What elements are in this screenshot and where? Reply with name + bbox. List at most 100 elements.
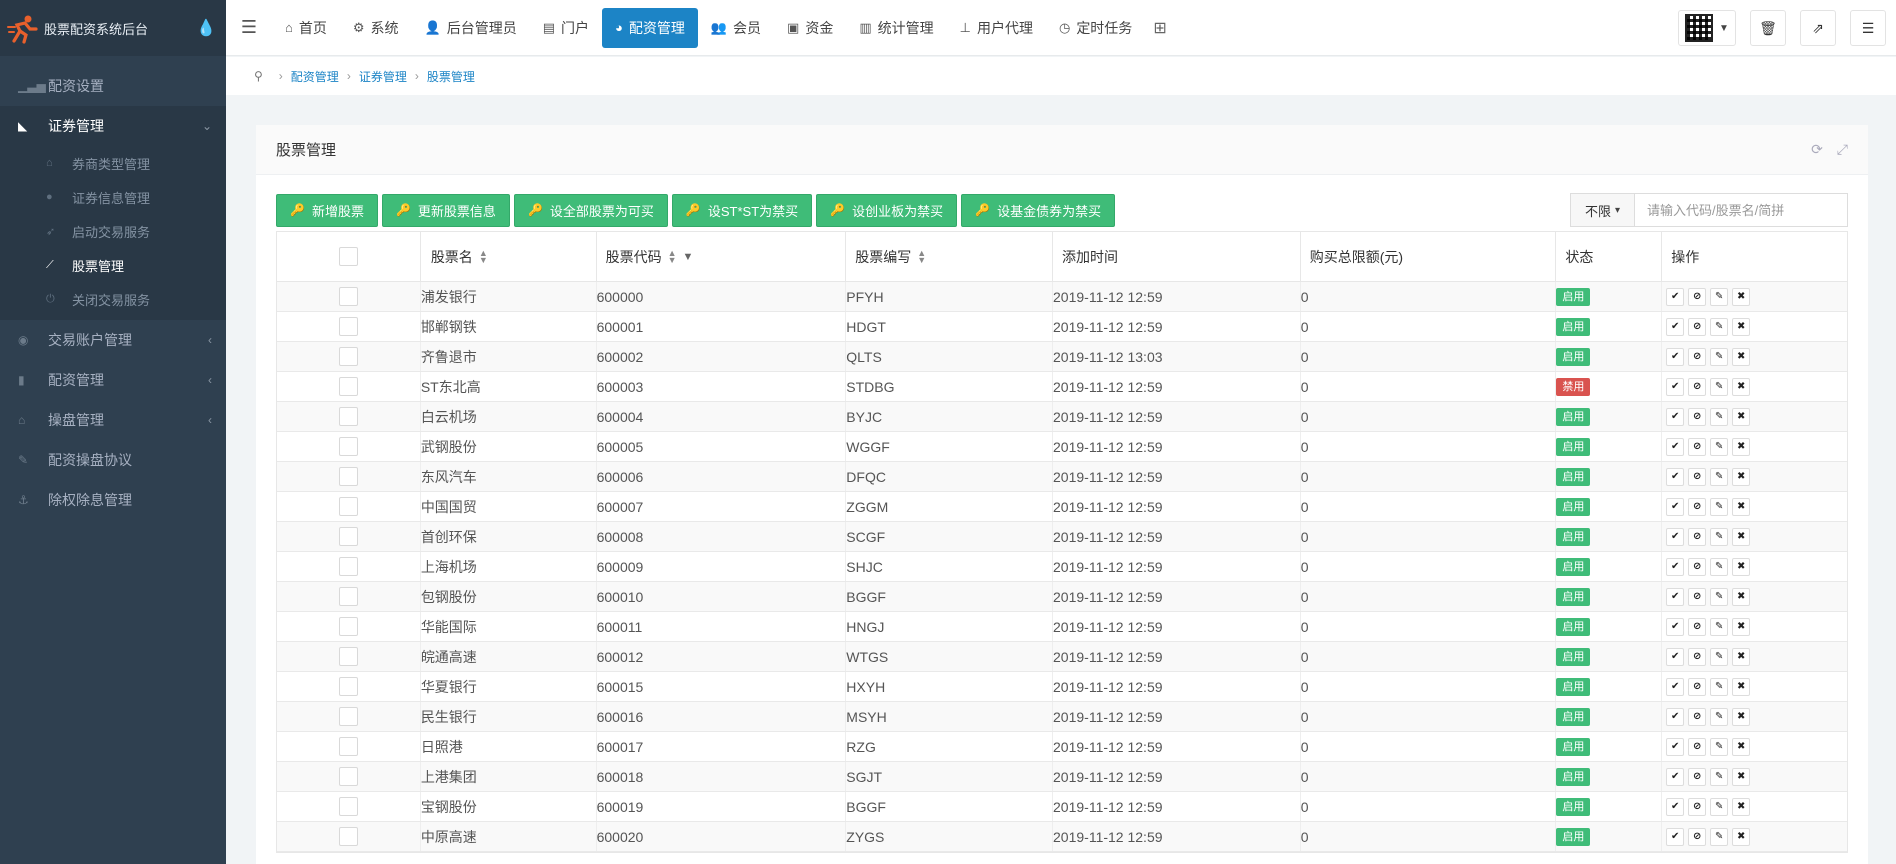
edit-icon[interactable]: ✎ [1710,797,1729,816]
refresh-icon[interactable]: ⟳ [1811,141,1823,158]
tab-admins[interactable]: 👤 后台管理员 [412,8,530,48]
submenu-item-stock-management[interactable]: ⟋ 股票管理 [0,248,226,282]
apps-grid-icon[interactable]: ⊞ [1153,18,1166,38]
ban-icon[interactable]: ⊘ [1688,797,1707,816]
delete-icon[interactable]: ✖ [1732,587,1751,606]
row-checkbox[interactable] [338,797,358,816]
edit-icon[interactable]: ✎ [1710,677,1729,696]
ban-icon[interactable]: ⊘ [1688,617,1707,636]
ban-icon[interactable]: ⊘ [1688,677,1707,696]
sidebar-item-agreement[interactable]: ✎ 配资操盘协议 [0,440,226,480]
edit-icon[interactable]: ✎ [1710,497,1729,516]
row-checkbox[interactable] [338,527,358,546]
row-checkbox[interactable] [338,287,358,306]
check-icon[interactable]: ✔ [1666,737,1685,756]
delete-icon[interactable]: ✖ [1732,617,1751,636]
row-checkbox[interactable] [338,557,358,576]
delete-icon[interactable]: ✖ [1732,377,1751,396]
submenu-item-stop-trading[interactable]: ⏻ 关闭交易服务 [0,282,226,316]
ban-icon[interactable]: ⊘ [1688,647,1707,666]
check-icon[interactable]: ✔ [1666,797,1685,816]
edit-icon[interactable]: ✎ [1710,437,1729,456]
edit-icon[interactable]: ✎ [1710,617,1729,636]
breadcrumb-link-securities[interactable]: 证券管理 [359,68,407,85]
row-checkbox[interactable] [338,497,358,516]
check-icon[interactable]: ✔ [1666,437,1685,456]
edit-icon[interactable]: ✎ [1710,707,1729,726]
edit-icon[interactable]: ✎ [1710,587,1729,606]
ban-icon[interactable]: ⊘ [1688,737,1707,756]
edit-icon[interactable]: ✎ [1710,527,1729,546]
filter-icon[interactable]: ▼ [683,251,694,263]
row-checkbox[interactable] [338,677,358,696]
ban-icon[interactable]: ⊘ [1688,467,1707,486]
sidebar-item-trading-accounts[interactable]: ◉ 交易账户管理 ‹ [0,320,226,360]
ban-icon[interactable]: ⊘ [1688,767,1707,786]
status-badge[interactable]: 启用 [1556,287,1591,306]
check-icon[interactable]: ✔ [1666,617,1685,636]
menu-toggle-icon[interactable]: ☰ [226,17,272,38]
delete-icon[interactable]: ✖ [1732,407,1751,426]
status-badge[interactable]: 启用 [1556,347,1591,366]
fullscreen-icon[interactable]: ⤢ [1837,141,1848,158]
row-checkbox[interactable] [338,737,358,756]
delete-icon[interactable]: ✖ [1732,347,1751,366]
header-code[interactable]: 股票代码 ▲ ▼ ▼ [597,232,847,281]
sidebar-item-securities[interactable]: ◣ 证券管理 ⌄ [0,106,226,146]
submenu-item-securities-info[interactable]: ● 证券信息管理 [0,180,226,214]
set-funds-bonds-forbidden-button[interactable]: 🔑 设基金债券为禁买 [961,193,1116,227]
status-badge[interactable]: 启用 [1556,827,1591,846]
status-badge[interactable]: 启用 [1556,557,1591,576]
edit-icon[interactable]: ✎ [1710,287,1729,306]
tab-portal[interactable]: ▤ 门户 [530,8,602,48]
ban-icon[interactable]: ⊘ [1688,827,1707,846]
tab-members[interactable]: 👥 会员 [698,8,774,48]
edit-icon[interactable]: ✎ [1710,347,1729,366]
tab-system[interactable]: ⚙ 系统 [340,8,412,48]
ban-icon[interactable]: ⊘ [1688,287,1707,306]
tab-funds[interactable]: ▣ 资金 [774,8,846,48]
set-st-forbidden-button[interactable]: 🔑 设ST*ST为禁买 [671,193,813,227]
tab-user-agents[interactable]: ⊥ 用户代理 [947,8,1046,48]
header-abbr[interactable]: 股票编写 ▲ ▼ [846,232,1054,281]
status-badge[interactable]: 启用 [1556,617,1591,636]
edit-icon[interactable]: ✎ [1710,317,1729,336]
row-checkbox[interactable] [338,407,358,426]
row-checkbox[interactable] [338,617,358,636]
check-icon[interactable]: ✔ [1666,587,1685,606]
ban-icon[interactable]: ⊘ [1688,707,1707,726]
status-badge[interactable]: 启用 [1556,767,1591,786]
tab-peizi-management[interactable]: ◕ 配资管理 [602,7,698,48]
external-link-button[interactable]: ⇗ [1800,10,1836,46]
delete-icon[interactable]: ✖ [1732,827,1751,846]
edit-icon[interactable]: ✎ [1710,737,1729,756]
row-checkbox[interactable] [338,587,358,606]
check-icon[interactable]: ✔ [1666,497,1685,516]
delete-icon[interactable]: ✖ [1732,797,1751,816]
edit-icon[interactable]: ✎ [1710,467,1729,486]
row-checkbox[interactable] [338,377,358,396]
row-checkbox[interactable] [338,707,358,726]
row-checkbox[interactable] [338,317,358,336]
status-badge[interactable]: 禁用 [1556,377,1591,396]
sidebar-item-ex-rights[interactable]: ⚓ 除权除息管理 [0,480,226,520]
clear-cache-button[interactable]: 🗑 [1750,10,1786,46]
breadcrumb-link-stocks[interactable]: 股票管理 [427,68,475,85]
row-checkbox[interactable] [338,827,358,846]
status-badge[interactable]: 启用 [1556,587,1591,606]
tab-statistics[interactable]: ▥ 统计管理 [846,8,946,48]
ban-icon[interactable]: ⊘ [1688,317,1707,336]
row-checkbox[interactable] [338,437,358,456]
delete-icon[interactable]: ✖ [1732,287,1751,306]
set-gem-forbidden-button[interactable]: 🔑 设创业板为禁买 [816,193,958,227]
header-name[interactable]: 股票名 ▲ ▼ [421,232,597,281]
sidebar-item-peizi-settings[interactable]: ▁▃▅ 配资设置 [0,66,226,106]
check-icon[interactable]: ✔ [1666,317,1685,336]
status-badge[interactable]: 启用 [1556,797,1591,816]
set-all-buyable-button[interactable]: 🔑 设全部股票为可买 [513,193,668,227]
check-icon[interactable]: ✔ [1666,467,1685,486]
status-badge[interactable]: 启用 [1556,467,1591,486]
edit-icon[interactable]: ✎ [1710,827,1729,846]
edit-icon[interactable]: ✎ [1710,377,1729,396]
check-icon[interactable]: ✔ [1666,557,1685,576]
